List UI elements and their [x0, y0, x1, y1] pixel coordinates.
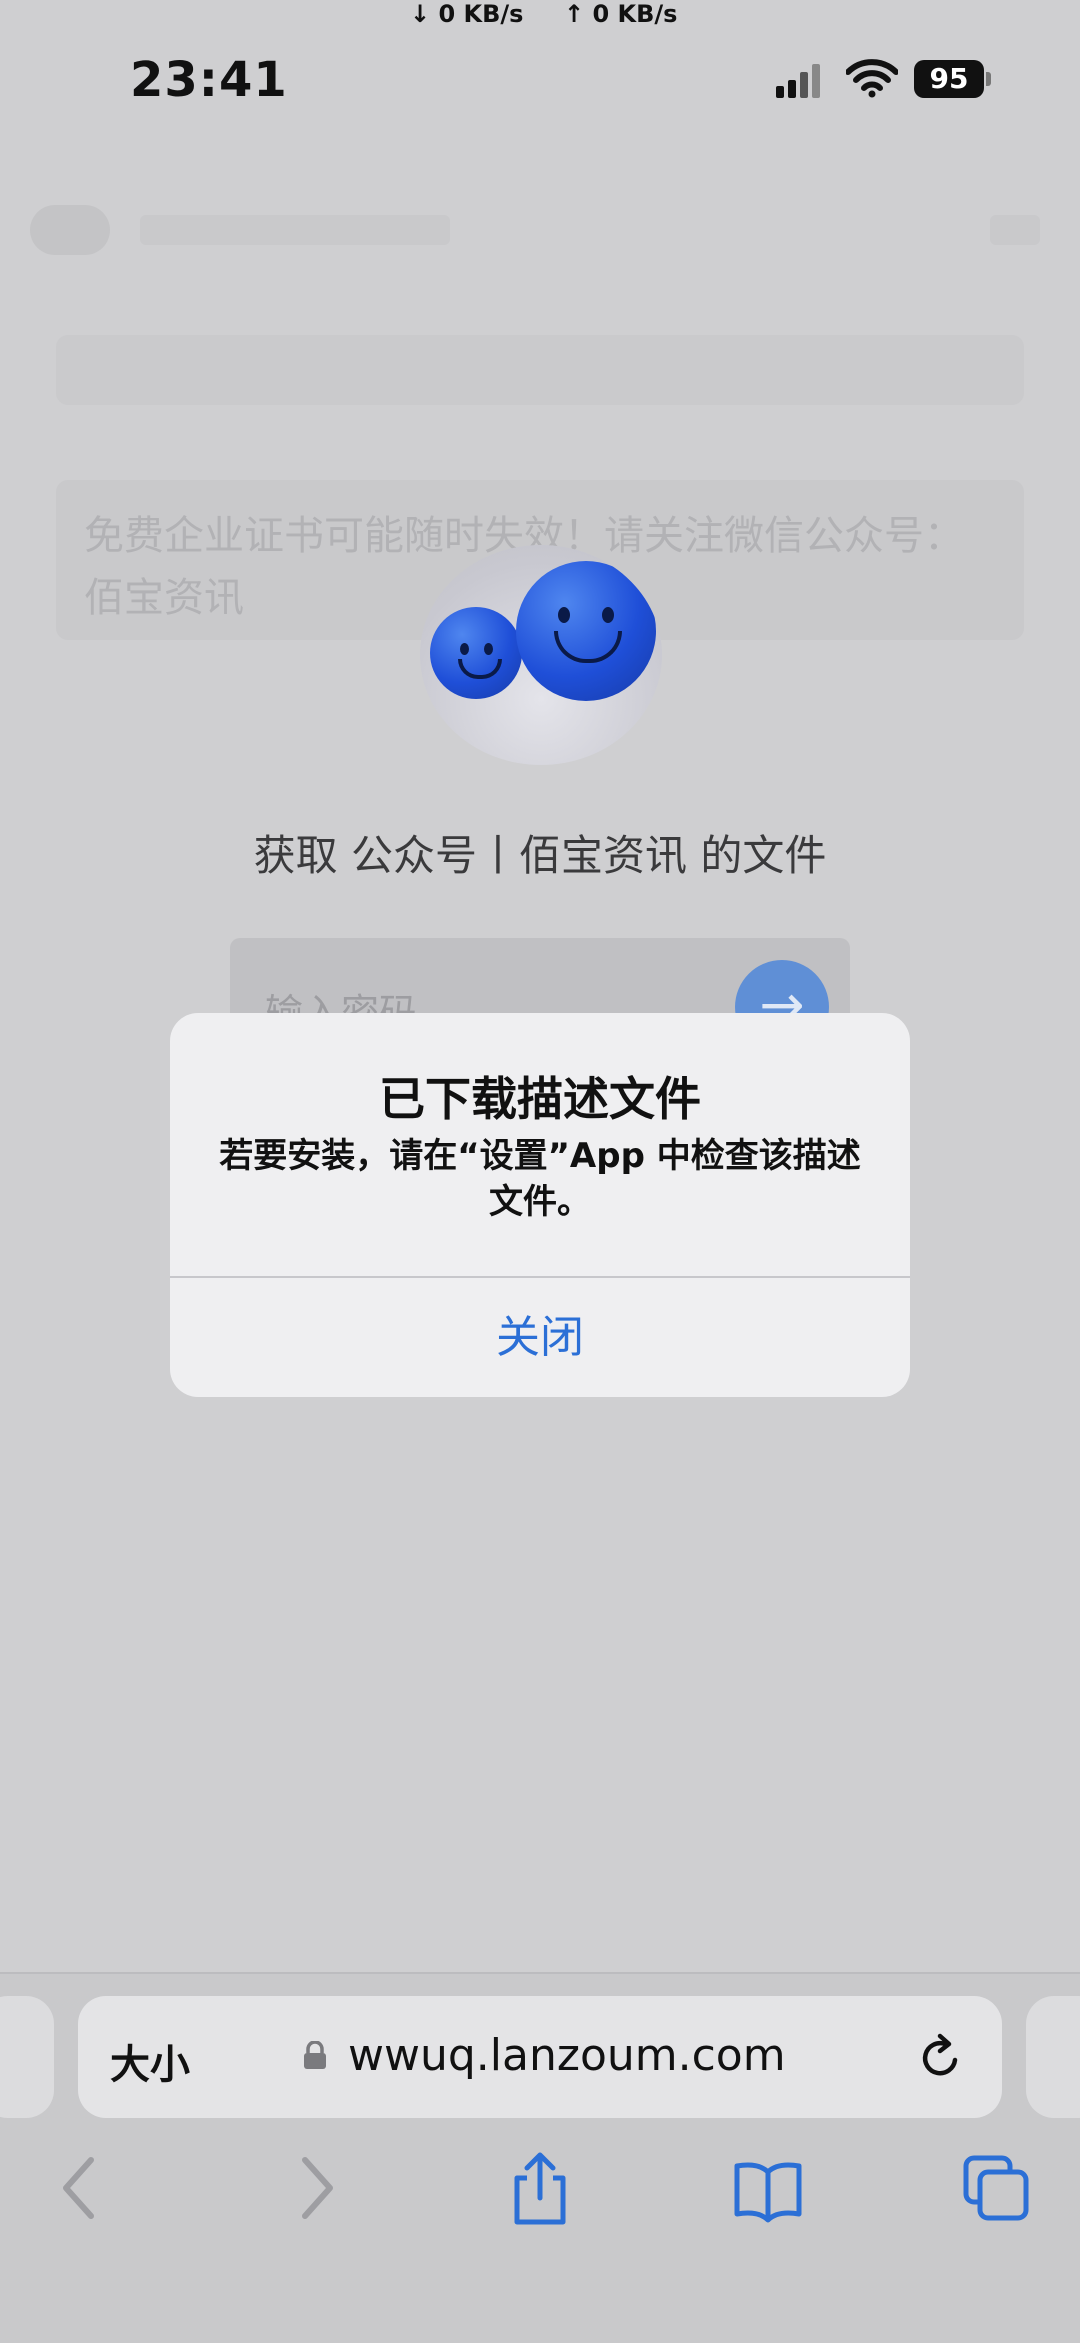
site-logo — [30, 205, 110, 255]
download-speed: ↓ 0 KB/s — [410, 0, 524, 28]
wifi-icon — [846, 59, 898, 98]
tabs-icon[interactable] — [962, 2150, 1032, 2226]
text-size-button[interactable]: 大小 — [110, 2032, 190, 2090]
lock-icon — [304, 2041, 326, 2069]
bookmarks-icon[interactable] — [733, 2150, 803, 2226]
publisher-avatar — [420, 545, 662, 765]
battery-tip — [986, 72, 991, 86]
upload-speed: ↑ 0 KB/s — [564, 0, 678, 28]
alert-message: 若要安装，请在“设置”App 中检查该描述文件。 — [219, 1136, 861, 1222]
site-header-link — [990, 215, 1040, 245]
reload-icon[interactable] — [918, 2030, 964, 2082]
large-smiley-ball — [516, 561, 656, 701]
url-text[interactable]: wwuq.lanzoum.com — [348, 2030, 786, 2081]
previous-tab-peek[interactable] — [0, 1996, 54, 2118]
battery-indicator: 95 — [914, 60, 984, 98]
back-icon[interactable] — [46, 2150, 116, 2226]
file-owner-title: 获取 公众号丨佰宝资讯 的文件 — [253, 831, 827, 880]
forward-icon[interactable] — [280, 2150, 350, 2226]
site-header-title — [140, 215, 450, 245]
site-info-bar — [56, 335, 1024, 405]
small-smiley-ball — [430, 607, 522, 699]
alert-title: 已下载描述文件 — [379, 1072, 701, 1126]
alert-close-button[interactable]: 关闭 — [170, 1278, 910, 1397]
network-speed-indicator: ↓ 0 KB/s ↑ 0 KB/s — [0, 0, 1080, 30]
profile-downloaded-alert: 已下载描述文件 若要安装，请在“设置”App 中检查该描述文件。 关闭 — [170, 1013, 910, 1397]
status-time: 23:41 — [130, 52, 288, 108]
cellular-signal-icon — [776, 62, 830, 98]
share-icon[interactable] — [505, 2150, 575, 2226]
next-tab-peek[interactable] — [1026, 1996, 1080, 2118]
